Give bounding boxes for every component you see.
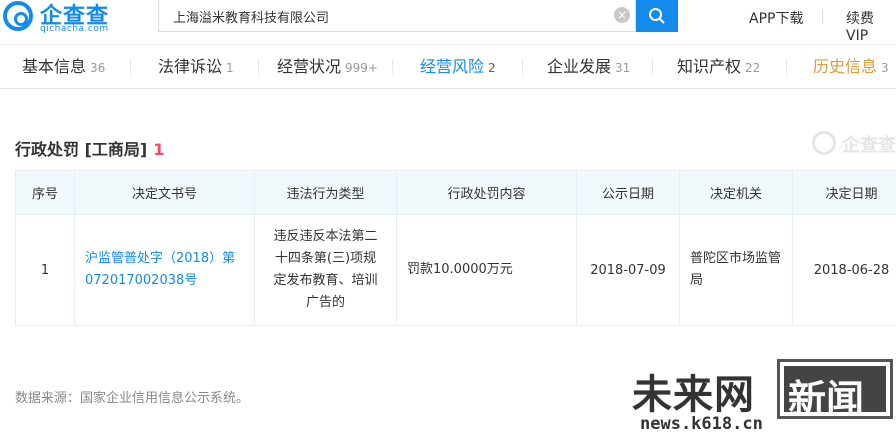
column-header: 决定日期 (792, 170, 896, 215)
cell-index: 1 (15, 214, 75, 326)
watermark-url: news.k618.cn (640, 414, 763, 434)
tab-count: 999+ (345, 61, 378, 75)
tab-ip[interactable]: 知识产权 22 (677, 45, 760, 88)
news-watermark: 未来网 新闻 news.k618.cn (632, 359, 896, 444)
tab-label: 经营风险 (420, 57, 485, 76)
cell-authority: 普陀区市场监管局 (679, 214, 793, 326)
column-header: 违法行为类型 (254, 170, 397, 215)
tab-development[interactable]: 企业发展 31 (547, 45, 630, 88)
top-header: 企查查 qichacha.com 上海溢米教育科技有限公司 × APP下载 续费… (0, 0, 896, 44)
search-input[interactable]: 上海溢米教育科技有限公司 × (158, 0, 636, 32)
tab-count: 36 (90, 61, 106, 75)
table-row: 1 沪监管普处字（2018）第072017002038号 违反违反本法第二十四条… (15, 214, 896, 326)
header-divider (822, 10, 823, 24)
watermark-logo-text: 企查查 (842, 135, 896, 156)
tab-label: 知识产权 (677, 57, 742, 76)
section-title: 行政处罚 [工商局] 1 (15, 136, 164, 160)
tab-divider (130, 59, 131, 75)
cell-penalty: 罚款10.0000万元 (396, 214, 577, 326)
app-download-link[interactable]: APP下载 (749, 8, 803, 28)
section-count: 1 (153, 140, 165, 159)
tab-operational-risk[interactable]: 经营风险 2 (420, 45, 496, 88)
penalty-table: 序号 决定文书号 违法行为类型 行政处罚内容 公示日期 决定机关 决定日期 1 … (15, 170, 896, 326)
tab-divider (258, 59, 259, 75)
section-title-text: 行政处罚 [工商局] (15, 140, 148, 159)
tab-label: 法律诉讼 (158, 57, 223, 76)
tab-count: 3 (881, 61, 889, 75)
watermark-box-text: 新闻 (788, 377, 865, 421)
column-header: 决定机关 (679, 170, 793, 215)
clear-search-icon[interactable]: × (614, 7, 630, 23)
cell-doc-number-link[interactable]: 沪监管普处字（2018）第072017002038号 (74, 214, 255, 326)
search-input-value: 上海溢米教育科技有限公司 (173, 11, 330, 26)
column-header: 行政处罚内容 (396, 170, 577, 215)
logo-mark-icon (3, 1, 33, 31)
watermark-box: 新闻 (777, 359, 893, 421)
tab-legal[interactable]: 法律诉讼 1 (158, 45, 234, 88)
tab-operations[interactable]: 经营状况 999+ (277, 45, 378, 88)
tab-history[interactable]: 历史信息 3 (813, 45, 889, 88)
tab-label: 历史信息 (813, 57, 878, 76)
tab-count: 1 (226, 61, 234, 75)
watermark-logo: 企查查 (810, 129, 896, 159)
logo-domain: qichacha.com (40, 24, 109, 34)
renew-vip-link[interactable]: 续费VIP (846, 8, 896, 44)
watermark-logo-icon (812, 131, 836, 155)
company-tabs: 基本信息 36 法律诉讼 1 经营状况 999+ 经营风险 2 企业发展 31 知识产权 2… (0, 44, 896, 89)
tab-label: 经营状况 (277, 57, 342, 76)
tab-divider (652, 59, 653, 75)
cell-decision-date: 2018-06-28 (792, 214, 896, 326)
tab-count: 2 (488, 61, 496, 75)
cell-violation-type: 违反违反本法第二十四条第(三)项规定发布教育、培训广告的 (254, 214, 397, 326)
data-source-note: 数据来源：国家企业信用信息公示系统。 (15, 391, 250, 406)
column-header: 序号 (15, 170, 75, 215)
tab-label: 企业发展 (547, 57, 612, 76)
watermark-name: 未来网 (632, 372, 755, 418)
tab-divider (786, 59, 787, 75)
search-icon (649, 8, 665, 24)
tab-basic-info[interactable]: 基本信息 36 (22, 45, 105, 88)
site-logo[interactable]: 企查查 qichacha.com (0, 0, 130, 44)
cell-publish-date: 2018-07-09 (576, 214, 680, 326)
search-button[interactable] (636, 0, 678, 32)
column-header: 决定文书号 (74, 170, 255, 215)
tab-count: 22 (745, 61, 761, 75)
tab-count: 31 (615, 61, 631, 75)
tab-divider (392, 59, 393, 75)
table-header-row: 序号 决定文书号 违法行为类型 行政处罚内容 公示日期 决定机关 决定日期 (15, 170, 896, 215)
column-header: 公示日期 (576, 170, 680, 215)
tab-label: 基本信息 (22, 57, 87, 76)
tab-divider (522, 59, 523, 75)
